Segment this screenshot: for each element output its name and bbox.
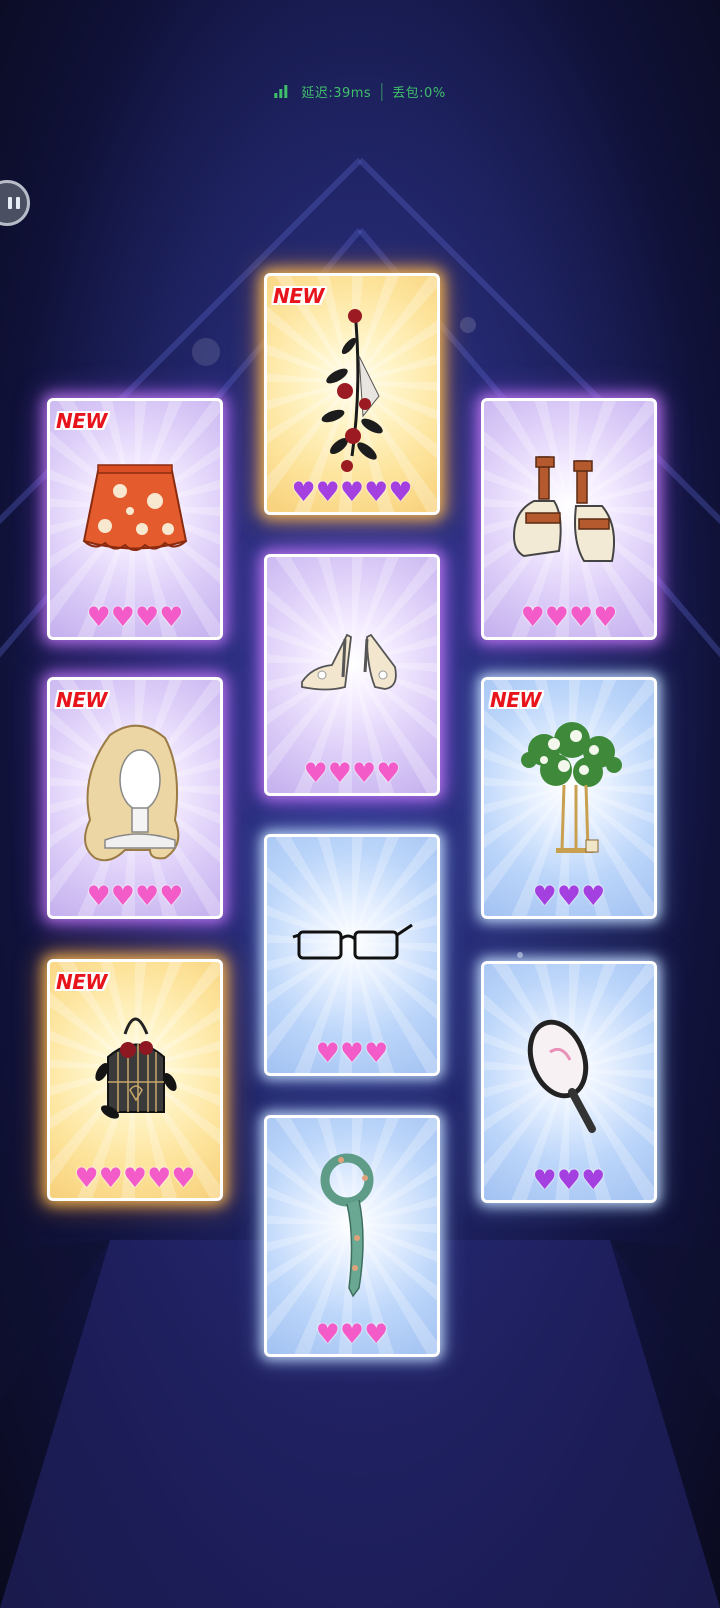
pause-icon	[8, 197, 12, 209]
pause-icon-bar	[16, 197, 20, 209]
card-rose-corsage[interactable]: NEW ♥ ♥ ♥ ♥ ♥	[264, 273, 440, 515]
network-status: 延迟:39ms 丢包:0%	[274, 82, 445, 101]
rarity-hearts: ♥ ♥ ♥ ♥ ♥	[74, 1163, 196, 1194]
card-scarf[interactable]: ♥ ♥ ♥	[264, 1115, 440, 1357]
card-tennis-racket[interactable]: ♥ ♥ ♥	[481, 961, 657, 1203]
latency-text: 延迟:39ms	[301, 86, 372, 101]
status-divider	[381, 82, 383, 101]
card-birdcage-bag[interactable]: NEW ♥ ♥ ♥ ♥ ♥	[47, 959, 223, 1201]
signal-icon	[274, 85, 288, 98]
rarity-hearts: ♥ ♥ ♥ ♥	[86, 602, 184, 633]
new-badge: NEW	[56, 409, 107, 433]
card-glasses[interactable]: ♥ ♥ ♥	[264, 834, 440, 1076]
rarity-hearts: ♥ ♥ ♥	[315, 1038, 389, 1069]
card-heels[interactable]: ♥ ♥ ♥ ♥	[264, 554, 440, 796]
rarity-hearts: ♥ ♥ ♥	[532, 881, 606, 912]
rarity-hearts: ♥ ♥ ♥	[532, 1165, 606, 1196]
card-flower-stand[interactable]: NEW ♥ ♥ ♥	[481, 677, 657, 919]
rarity-hearts: ♥ ♥ ♥	[315, 1319, 389, 1350]
new-badge: NEW	[490, 688, 541, 712]
new-badge: NEW	[273, 284, 324, 308]
card-wavy-wig[interactable]: NEW ♥ ♥ ♥ ♥	[47, 677, 223, 919]
packet-loss-text: 丢包:0%	[392, 86, 446, 101]
new-badge: NEW	[56, 970, 107, 994]
card-floral-skirt[interactable]: NEW ♥ ♥ ♥ ♥	[47, 398, 223, 640]
rarity-hearts: ♥ ♥ ♥ ♥	[520, 602, 618, 633]
new-badge: NEW	[56, 688, 107, 712]
rarity-hearts: ♥ ♥ ♥ ♥	[303, 758, 401, 789]
rarity-hearts: ♥ ♥ ♥ ♥	[86, 881, 184, 912]
card-platform-sandals[interactable]: ♥ ♥ ♥ ♥	[481, 398, 657, 640]
rarity-hearts: ♥ ♥ ♥ ♥ ♥	[291, 477, 413, 508]
